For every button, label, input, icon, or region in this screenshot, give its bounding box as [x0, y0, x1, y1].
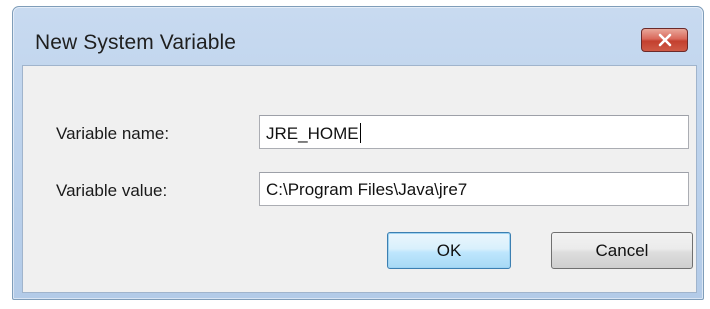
ok-button[interactable]: OK	[387, 232, 511, 269]
window-title: New System Variable	[35, 31, 237, 54]
variable-name-input[interactable]: JRE_HOME	[259, 115, 689, 149]
dialog-body: Variable name: JRE_HOME Variable value: …	[22, 65, 697, 293]
variable-name-label: Variable name:	[56, 124, 170, 143]
variable-value-label: Variable value:	[56, 181, 168, 200]
dialog-window: New System Variable Variable name: JRE_H…	[12, 6, 704, 300]
cancel-button[interactable]: Cancel	[551, 232, 693, 269]
variable-value-input[interactable]: C:\Program Files\Java\jre7	[259, 172, 689, 206]
close-icon	[658, 33, 671, 47]
variable-name-value: JRE_HOME	[266, 124, 359, 143]
text-caret	[359, 123, 361, 143]
variable-value-text: C:\Program Files\Java\jre7	[266, 180, 468, 199]
close-button[interactable]	[641, 28, 688, 52]
